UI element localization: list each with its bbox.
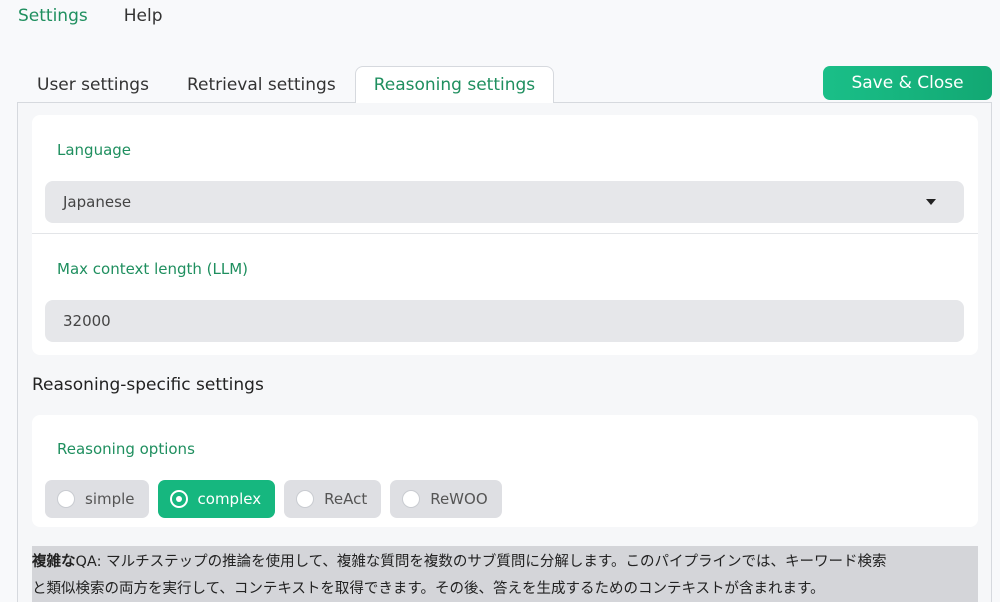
description-line-1: 複雑なQA: マルチステップの推論を使用して、複雑な質問を複数のサブ質問に分解し… (32, 549, 978, 576)
reasoning-description: 複雑なQA: マルチステップの推論を使用して、複雑な質問を複数のサブ質問に分解し… (32, 546, 978, 602)
radio-label: ReWOO (430, 490, 488, 508)
radio-label: ReAct (324, 490, 368, 508)
description-bold: 複雑な (32, 554, 76, 570)
chevron-down-icon (926, 199, 936, 205)
radio-simple[interactable]: simple (45, 480, 149, 518)
max-context-label: Max context length (LLM) (57, 260, 249, 278)
radio-circle-icon (296, 490, 315, 508)
tab-reasoning-settings[interactable]: Reasoning settings (354, 66, 555, 103)
max-context-input[interactable]: 32000 (45, 300, 964, 342)
divider (32, 233, 978, 234)
reasoning-card: Reasoning options simple complex ReAct R… (32, 415, 978, 527)
section-title: Reasoning-specific settings (32, 375, 264, 395)
language-value: Japanese (63, 193, 132, 211)
reasoning-options-label: Reasoning options (57, 440, 195, 458)
radio-circle-icon (57, 490, 75, 508)
radio-circle-icon (402, 490, 421, 508)
language-select[interactable]: Japanese (45, 181, 964, 223)
radio-checked-icon (169, 490, 188, 508)
save-close-button[interactable]: Save & Close (823, 66, 992, 100)
radio-label: simple (85, 490, 135, 508)
radio-rewoo[interactable]: ReWOO (390, 480, 502, 518)
settings-panel: Language Japanese Max context length (LL… (17, 102, 992, 602)
radio-complex[interactable]: complex (157, 480, 276, 518)
top-nav: Settings Help (18, 6, 163, 26)
tab-user-settings[interactable]: User settings (18, 66, 168, 103)
max-context-value: 32000 (63, 312, 111, 330)
radio-label: complex (197, 490, 262, 508)
tab-retrieval-settings[interactable]: Retrieval settings (168, 66, 355, 103)
radio-react[interactable]: ReAct (284, 480, 382, 518)
general-card: Language Japanese Max context length (LL… (32, 115, 978, 355)
settings-tabs: User settings Retrieval settings Reasoni… (18, 66, 555, 103)
reasoning-radio-group: simple complex ReAct ReWOO (45, 480, 502, 518)
nav-settings[interactable]: Settings (18, 6, 88, 26)
language-label: Language (57, 141, 132, 159)
description-text-1: QA: マルチステップの推論を使用して、複雑な質問を複数のサブ質問に分解します。… (75, 554, 887, 570)
nav-help[interactable]: Help (124, 6, 163, 26)
description-line-2: と類似検索の両方を実行して、コンテキストを取得できます。その後、答えを生成するた… (32, 581, 825, 597)
